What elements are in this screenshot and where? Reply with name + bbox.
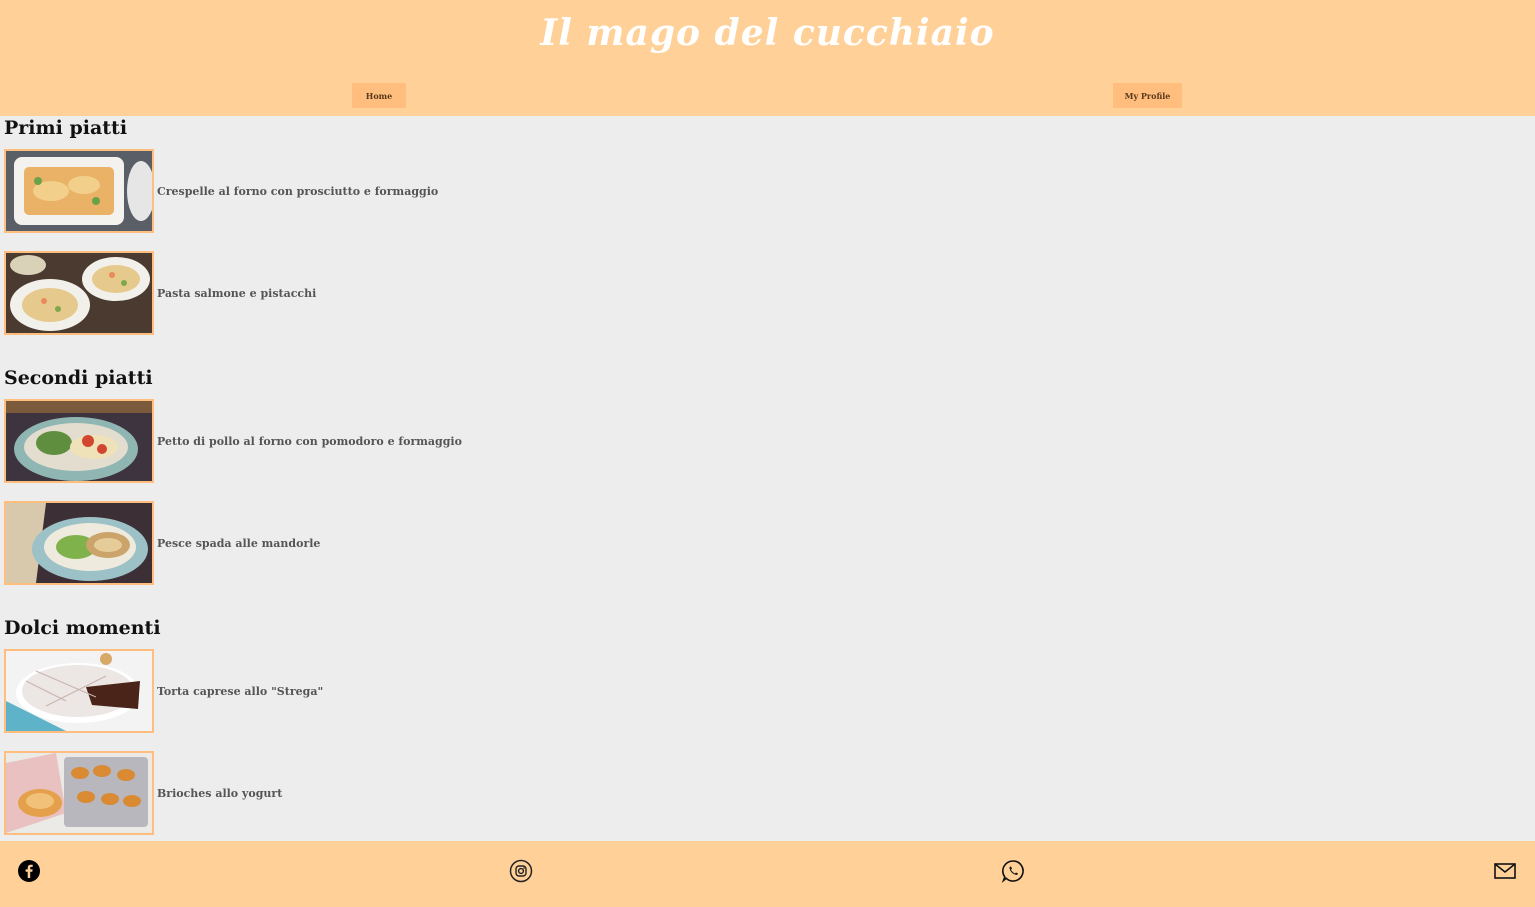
mail-icon[interactable] bbox=[1493, 859, 1517, 883]
whatsapp-icon[interactable] bbox=[1001, 859, 1025, 883]
recipe-label[interactable]: Petto di pollo al forno con pomodoro e f… bbox=[157, 435, 462, 448]
recipe-label[interactable]: Torta caprese allo "Strega" bbox=[157, 685, 323, 698]
nav-home-button[interactable]: Home bbox=[352, 83, 406, 108]
recipe-image[interactable] bbox=[4, 399, 154, 483]
site-header: Il mago del cucchiaio Home My Profile bbox=[0, 0, 1535, 116]
recipe-card[interactable]: Crespelle al forno con prosciutto e form… bbox=[4, 149, 438, 233]
recipe-card[interactable]: Pesce spada alle mandorle bbox=[4, 501, 320, 585]
recipe-image[interactable] bbox=[4, 149, 154, 233]
recipe-image[interactable] bbox=[4, 251, 154, 335]
recipe-card[interactable]: Petto di pollo al forno con pomodoro e f… bbox=[4, 399, 462, 483]
site-title: Il mago del cucchiaio bbox=[540, 12, 995, 54]
nav-my-profile-button[interactable]: My Profile bbox=[1113, 83, 1182, 108]
recipe-label[interactable]: Pasta salmone e pistacchi bbox=[157, 287, 316, 300]
site-footer bbox=[0, 841, 1535, 907]
recipe-image[interactable] bbox=[4, 751, 154, 835]
recipe-image[interactable] bbox=[4, 501, 154, 585]
recipe-label[interactable]: Pesce spada alle mandorle bbox=[157, 537, 320, 550]
section-title-primi: Primi piatti bbox=[4, 117, 128, 139]
section-title-secondi: Secondi piatti bbox=[4, 367, 153, 389]
recipe-label[interactable]: Crespelle al forno con prosciutto e form… bbox=[157, 185, 438, 198]
instagram-icon[interactable] bbox=[509, 859, 533, 883]
recipe-card[interactable]: Torta caprese allo "Strega" bbox=[4, 649, 323, 733]
facebook-icon[interactable] bbox=[17, 859, 41, 883]
recipe-card[interactable]: Brioches allo yogurt bbox=[4, 751, 282, 835]
section-title-dolci: Dolci momenti bbox=[4, 617, 161, 639]
recipe-image[interactable] bbox=[4, 649, 154, 733]
recipe-card[interactable]: Pasta salmone e pistacchi bbox=[4, 251, 316, 335]
recipe-label[interactable]: Brioches allo yogurt bbox=[157, 787, 282, 800]
